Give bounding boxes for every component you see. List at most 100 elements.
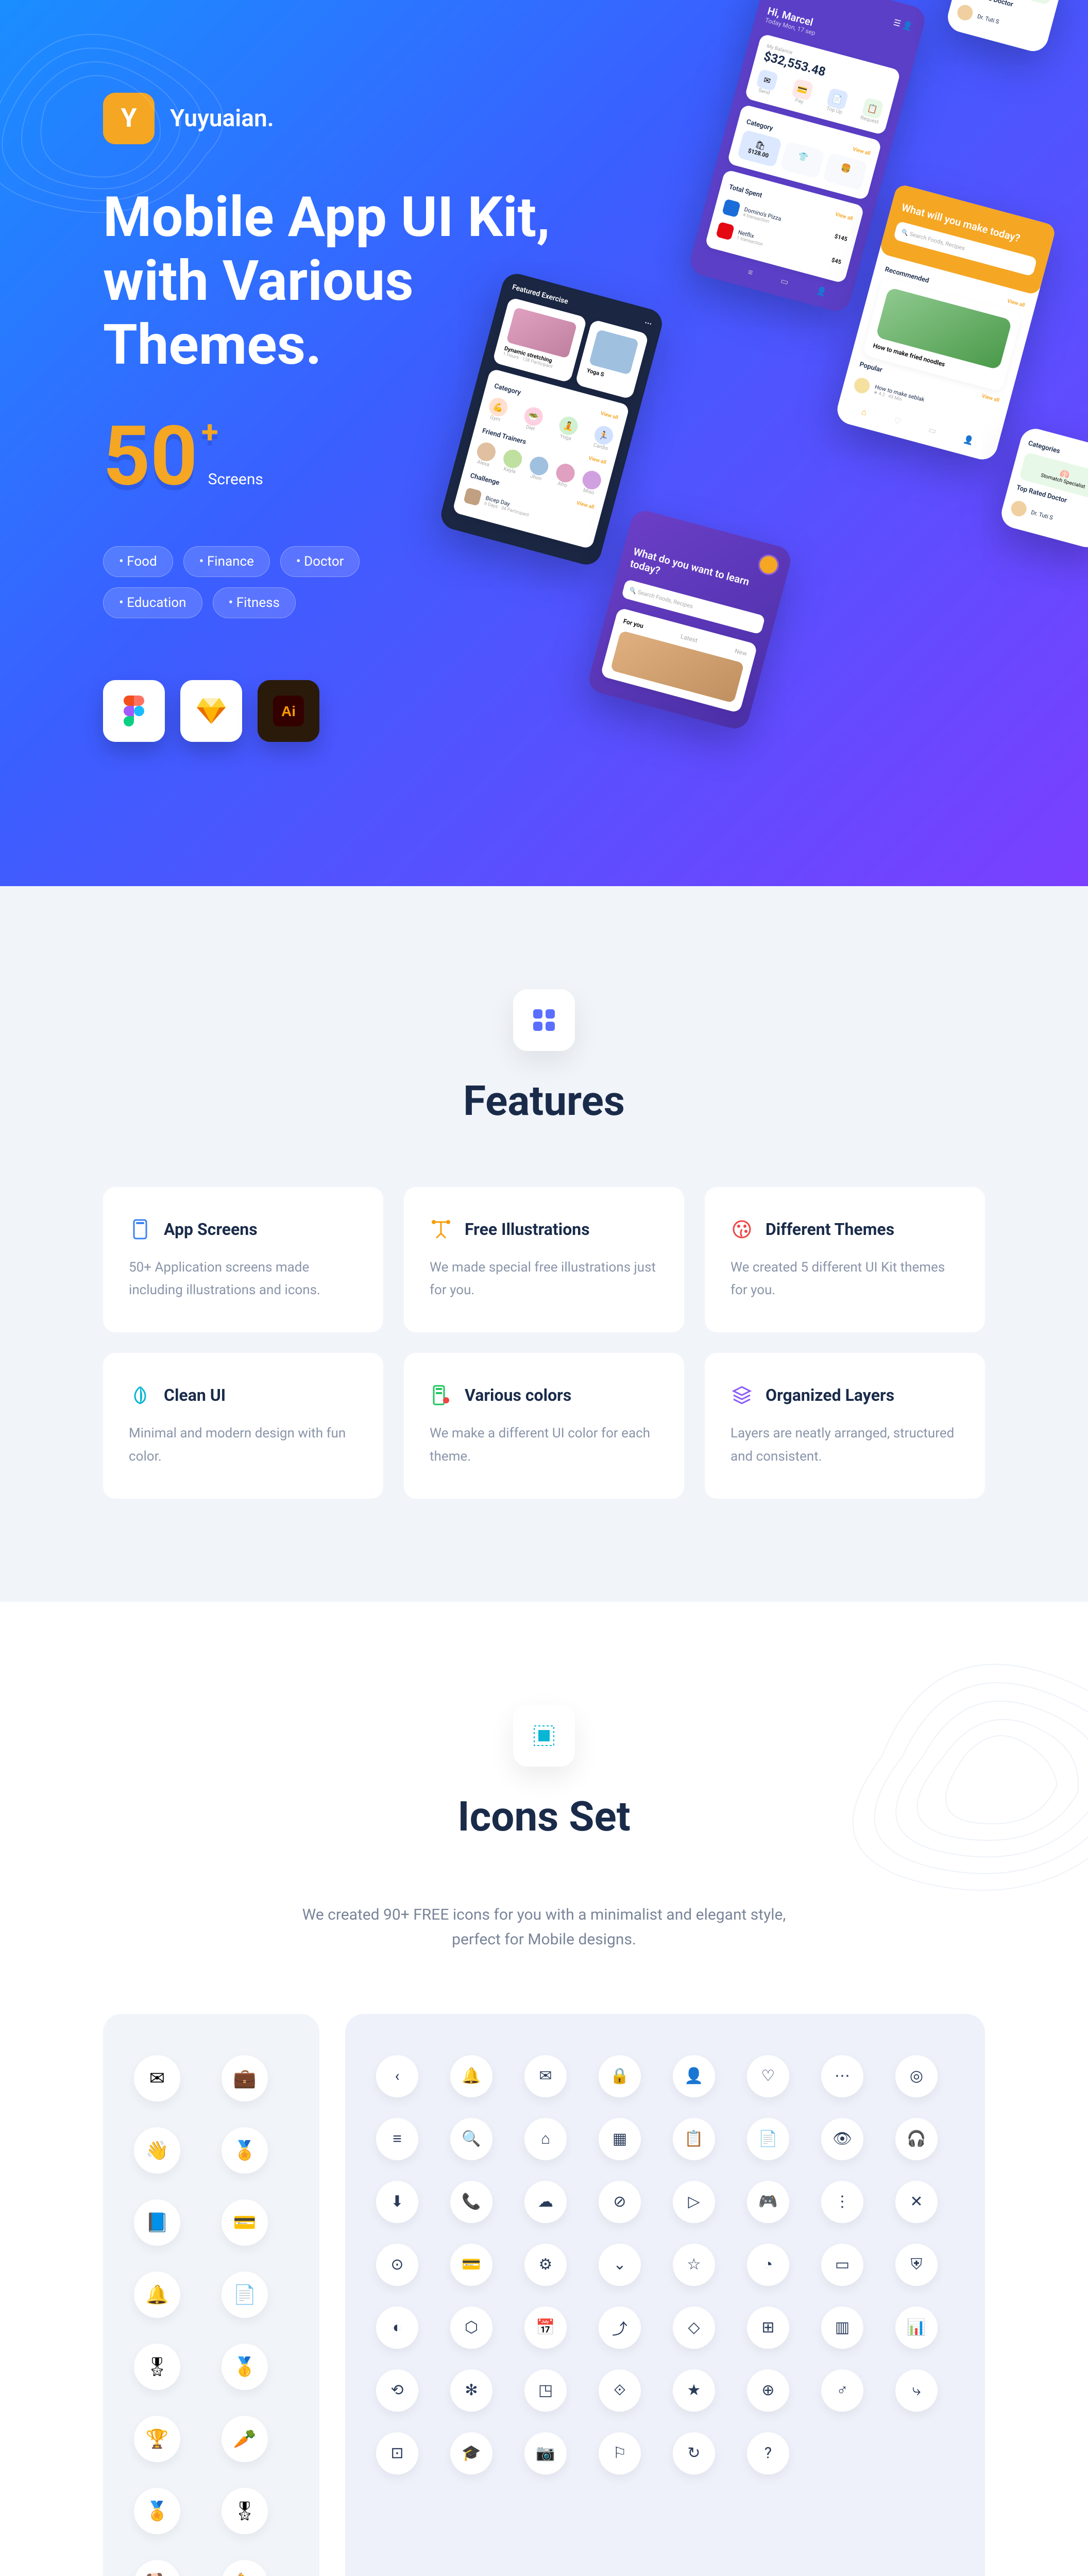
outline-icon: ◎ — [895, 2055, 938, 2097]
feature-card: Organized Layers Layers are neatly arran… — [705, 1353, 985, 1498]
themes-icon — [730, 1218, 753, 1241]
icons-section: Icons Set We created 90+ FREE icons for … — [0, 1602, 1088, 2576]
figma-icon — [103, 680, 165, 742]
outline-icon: ⤴ — [599, 2307, 641, 2349]
doctor-phone-right: Categories 🫁Stomatch Specialist Top Rate… — [998, 426, 1088, 551]
outline-icon: ⟐ — [599, 2369, 641, 2412]
outline-icon: ⚐ — [599, 2432, 641, 2475]
illustrations-icon — [430, 1218, 452, 1241]
outline-icon: 📞 — [450, 2181, 492, 2223]
outline-icon: ⊙ — [376, 2244, 418, 2286]
screen-count: 50+ — [103, 409, 198, 505]
feature-card: App Screens 50+ Application screens made… — [103, 1187, 383, 1332]
outline-icon: ⊡ — [376, 2432, 418, 2475]
colored-icon: 🏆 — [134, 2416, 180, 2462]
outline-icon: ⋮ — [821, 2181, 863, 2223]
outline-icon: 📷 — [524, 2432, 567, 2475]
feature-card: Clean UI Minimal and modern design with … — [103, 1353, 383, 1498]
sketch-icon — [180, 680, 242, 742]
outline-icon: ★ — [673, 2369, 715, 2412]
learn-phone: What do you want to learn today? 🔍 Searc… — [586, 507, 794, 732]
outline-icon: ⌂ — [524, 2118, 567, 2160]
feature-card: Different Themes We created 5 different … — [705, 1187, 985, 1332]
topo-decoration — [0, 0, 258, 258]
outline-icon: ◔ — [747, 2244, 789, 2286]
features-grid: App Screens 50+ Application screens made… — [103, 1187, 985, 1499]
features-section: Features App Screens 50+ Application scr… — [0, 886, 1088, 1602]
outline-icon: ⊘ — [599, 2181, 641, 2223]
outline-icon: 🎧 — [895, 2118, 938, 2160]
outline-icon: ⛨ — [895, 2244, 938, 2286]
screens-icon — [129, 1218, 151, 1241]
theme-tags: Food Finance Doctor Education Fitness — [103, 546, 464, 618]
outline-icon: ⤷ — [895, 2369, 938, 2412]
outline-icon: ⟲ — [376, 2369, 418, 2412]
outline-icon: ◐ — [376, 2307, 418, 2349]
outline-icon: ✻ — [450, 2369, 492, 2412]
colored-icon: 💳 — [222, 2199, 268, 2246]
colored-icon: 🥕 — [222, 2416, 268, 2462]
colored-icon: 💼 — [222, 2055, 268, 2102]
outline-icon: ⌄ — [599, 2244, 641, 2286]
colored-icon: 🦒 — [222, 2560, 268, 2576]
tag-finance: Finance — [183, 546, 270, 577]
outline-icon: 🔒 — [599, 2055, 641, 2097]
colored-icon: 🔔 — [134, 2272, 180, 2318]
colored-icon: 🐕 — [134, 2560, 180, 2576]
hero-section: Y Yuyuaian. Mobile App UI Kit, with Vari… — [0, 0, 1088, 886]
outline-icon: 🎮 — [747, 2181, 789, 2223]
outline-icons-panel: ‹🔔✉🔒👤♡⋯◎≡🔍⌂▦📋📄👁🎧⬇📞☁⊘▷🎮⋮✕⊙💳⚙⌄☆◔▭⛨◐⬡📅⤴◇⊞▥📊… — [345, 2014, 985, 2576]
tag-doctor: Doctor — [280, 546, 360, 577]
outline-icon: ↻ — [673, 2432, 715, 2475]
outline-icon: ▦ — [599, 2118, 641, 2160]
topo-decoration-2 — [779, 1602, 1088, 1962]
icons-section-icon — [513, 1705, 575, 1767]
outline-icon: ◳ — [524, 2369, 567, 2412]
colored-icon: 📄 — [222, 2272, 268, 2318]
tag-education: Education — [103, 587, 202, 618]
features-title: Features — [103, 1077, 985, 1125]
outline-icon: ⋯ — [821, 2055, 863, 2097]
outline-icon: ‹ — [376, 2055, 418, 2097]
clean-ui-icon — [129, 1384, 151, 1406]
outline-icon: ⚙ — [524, 2244, 567, 2286]
outline-icon: ⊕ — [747, 2369, 789, 2412]
colored-icon: 🥇 — [222, 2344, 268, 2390]
feature-card: Free Illustrations We made special free … — [404, 1187, 684, 1332]
colored-icon: 👋 — [134, 2127, 180, 2174]
outline-icon: 🔍 — [450, 2118, 492, 2160]
outline-icon: ☆ — [673, 2244, 715, 2286]
icons-description: We created 90+ FREE icons for you with a… — [286, 1903, 802, 1952]
outline-icon: ⬡ — [450, 2307, 492, 2349]
outline-icon: 📊 — [895, 2307, 938, 2349]
outline-icon: ▭ — [821, 2244, 863, 2286]
outline-icon: ▷ — [673, 2181, 715, 2223]
colored-icon: 🏅 — [222, 2127, 268, 2174]
tag-food: Food — [103, 546, 173, 577]
illustrator-icon: Ai — [258, 680, 319, 742]
tag-fitness: Fitness — [213, 587, 296, 618]
outline-icon: 🔔 — [450, 2055, 492, 2097]
outline-icon: ♂ — [821, 2369, 863, 2412]
outline-icon: 👁 — [821, 2118, 863, 2160]
outline-icon: 📄 — [747, 2118, 789, 2160]
features-icon — [513, 989, 575, 1051]
colors-icon — [430, 1384, 452, 1406]
outline-icon: ⬇ — [376, 2181, 418, 2223]
outline-icon: 👤 — [673, 2055, 715, 2097]
colored-icon: 📘 — [134, 2199, 180, 2246]
colored-icons-panel: ✉💼👋🏅📘💳🔔📄🎖🥇🏆🥕🏅🎖🐕🦒 — [103, 2014, 319, 2576]
outline-icon: ☁ — [524, 2181, 567, 2223]
outline-icon: ♡ — [747, 2055, 789, 2097]
colored-icon: 🏅 — [134, 2488, 180, 2534]
outline-icon: ⊞ — [747, 2307, 789, 2349]
outline-icon: 📋 — [673, 2118, 715, 2160]
layers-icon — [730, 1384, 753, 1406]
colored-icon: 🎖 — [222, 2488, 268, 2534]
screen-count-label: Screens — [208, 470, 263, 488]
doctor-phone-top: 🫁Stomatch Specialist Top Rated Doctor Dr… — [944, 0, 1066, 55]
outline-icon: ✉ — [524, 2055, 567, 2097]
colored-icon: ✉ — [134, 2055, 180, 2102]
outline-icon: ? — [747, 2432, 789, 2475]
outline-icon: ▥ — [821, 2307, 863, 2349]
